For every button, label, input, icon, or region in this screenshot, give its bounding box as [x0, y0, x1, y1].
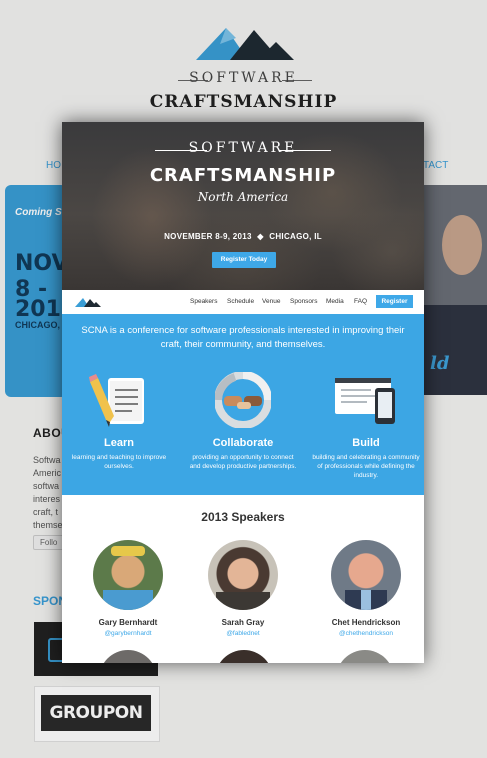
- speakers-section: 2013 Speakers Gary Bernhardt @garybernha…: [62, 495, 424, 663]
- nav-faq[interactable]: FAQ: [354, 298, 367, 305]
- site-nav: Speakers Schedule Venue Sponsors Media F…: [62, 290, 424, 314]
- feature-collaborate-title: Collaborate: [212, 437, 274, 449]
- nav-register-button[interactable]: Register: [376, 295, 413, 308]
- features-section: SCNA is a conference for software profes…: [62, 314, 424, 495]
- feature-build-desc: building and celebrating a community of …: [312, 454, 420, 479]
- speakers-heading: 2013 Speakers: [201, 510, 285, 524]
- feature-collaborate: Collaborate providing an opportunity to …: [188, 371, 298, 471]
- shirt: [103, 590, 153, 610]
- shirt: [361, 590, 371, 610]
- lightbox-preview: SOFTWARE CRAFTSMANSHIP North America NOV…: [62, 122, 424, 663]
- feature-learn: Learn learning and teaching to improve o…: [64, 372, 174, 471]
- devices-icon: [335, 378, 395, 424]
- speaker-avatar-partial[interactable]: [215, 650, 273, 663]
- feature-collaborate-desc: providing an opportunity to connect and …: [189, 454, 297, 470]
- feature-build-title: Build: [352, 437, 380, 449]
- speaker-handle[interactable]: @garybernhardt: [73, 630, 183, 637]
- shirt: [216, 592, 270, 610]
- speaker-avatar-partial[interactable]: [336, 650, 394, 663]
- diamond-icon: ◆: [257, 232, 264, 241]
- hero-city: CHICAGO, IL: [269, 232, 322, 241]
- register-today-button[interactable]: Register Today: [212, 252, 276, 268]
- nav-schedule[interactable]: Schedule: [227, 298, 254, 305]
- notebook-pencil-icon: [89, 374, 144, 427]
- speaker-name: Gary Bernhardt: [98, 618, 158, 627]
- nav-sponsors[interactable]: Sponsors: [290, 298, 317, 305]
- nav-speakers[interactable]: Speakers: [190, 298, 217, 305]
- speaker-name: Sarah Gray: [221, 618, 265, 627]
- feature-learn-desc: learning and teaching to improve ourselv…: [71, 454, 167, 470]
- nav-venue[interactable]: Venue: [262, 298, 280, 305]
- speaker-name: Chet Hendrickson: [331, 618, 401, 627]
- hero-north-america: North America: [197, 190, 289, 204]
- feature-build: Build building and celebrating a communi…: [311, 372, 421, 480]
- hero-section: SOFTWARE CRAFTSMANSHIP North America NOV…: [62, 122, 424, 290]
- speaker-avatar-partial[interactable]: [99, 650, 157, 663]
- hero-date-location: NOVEMBER 8-9, 2013 ◆ CHICAGO, IL: [62, 232, 424, 241]
- hero-craftsmanship: CRAFTSMANSHIP: [149, 165, 337, 186]
- logo-mountains-icon[interactable]: [75, 296, 101, 307]
- intro-text: SCNA is a conference for software profes…: [81, 325, 405, 350]
- speaker-card[interactable]: Sarah Gray @fablednet: [188, 540, 298, 637]
- speaker-handle[interactable]: @fablednet: [188, 630, 298, 637]
- hands-circle-icon: [214, 371, 272, 429]
- nav-media[interactable]: Media: [326, 298, 344, 305]
- speaker-handle[interactable]: @chethendrickson: [311, 630, 421, 637]
- speaker-card[interactable]: Chet Hendrickson @chethendrickson: [311, 540, 421, 637]
- hero-software: SOFTWARE: [188, 140, 298, 156]
- speaker-avatar[interactable]: [331, 540, 401, 610]
- hero-date: NOVEMBER 8-9, 2013: [164, 232, 252, 241]
- speaker-avatar[interactable]: [93, 540, 163, 610]
- speaker-card[interactable]: Gary Bernhardt @garybernhardt: [73, 540, 183, 637]
- party-hat: [111, 546, 145, 556]
- feature-learn-title: Learn: [104, 437, 134, 449]
- speaker-avatar[interactable]: [208, 540, 278, 610]
